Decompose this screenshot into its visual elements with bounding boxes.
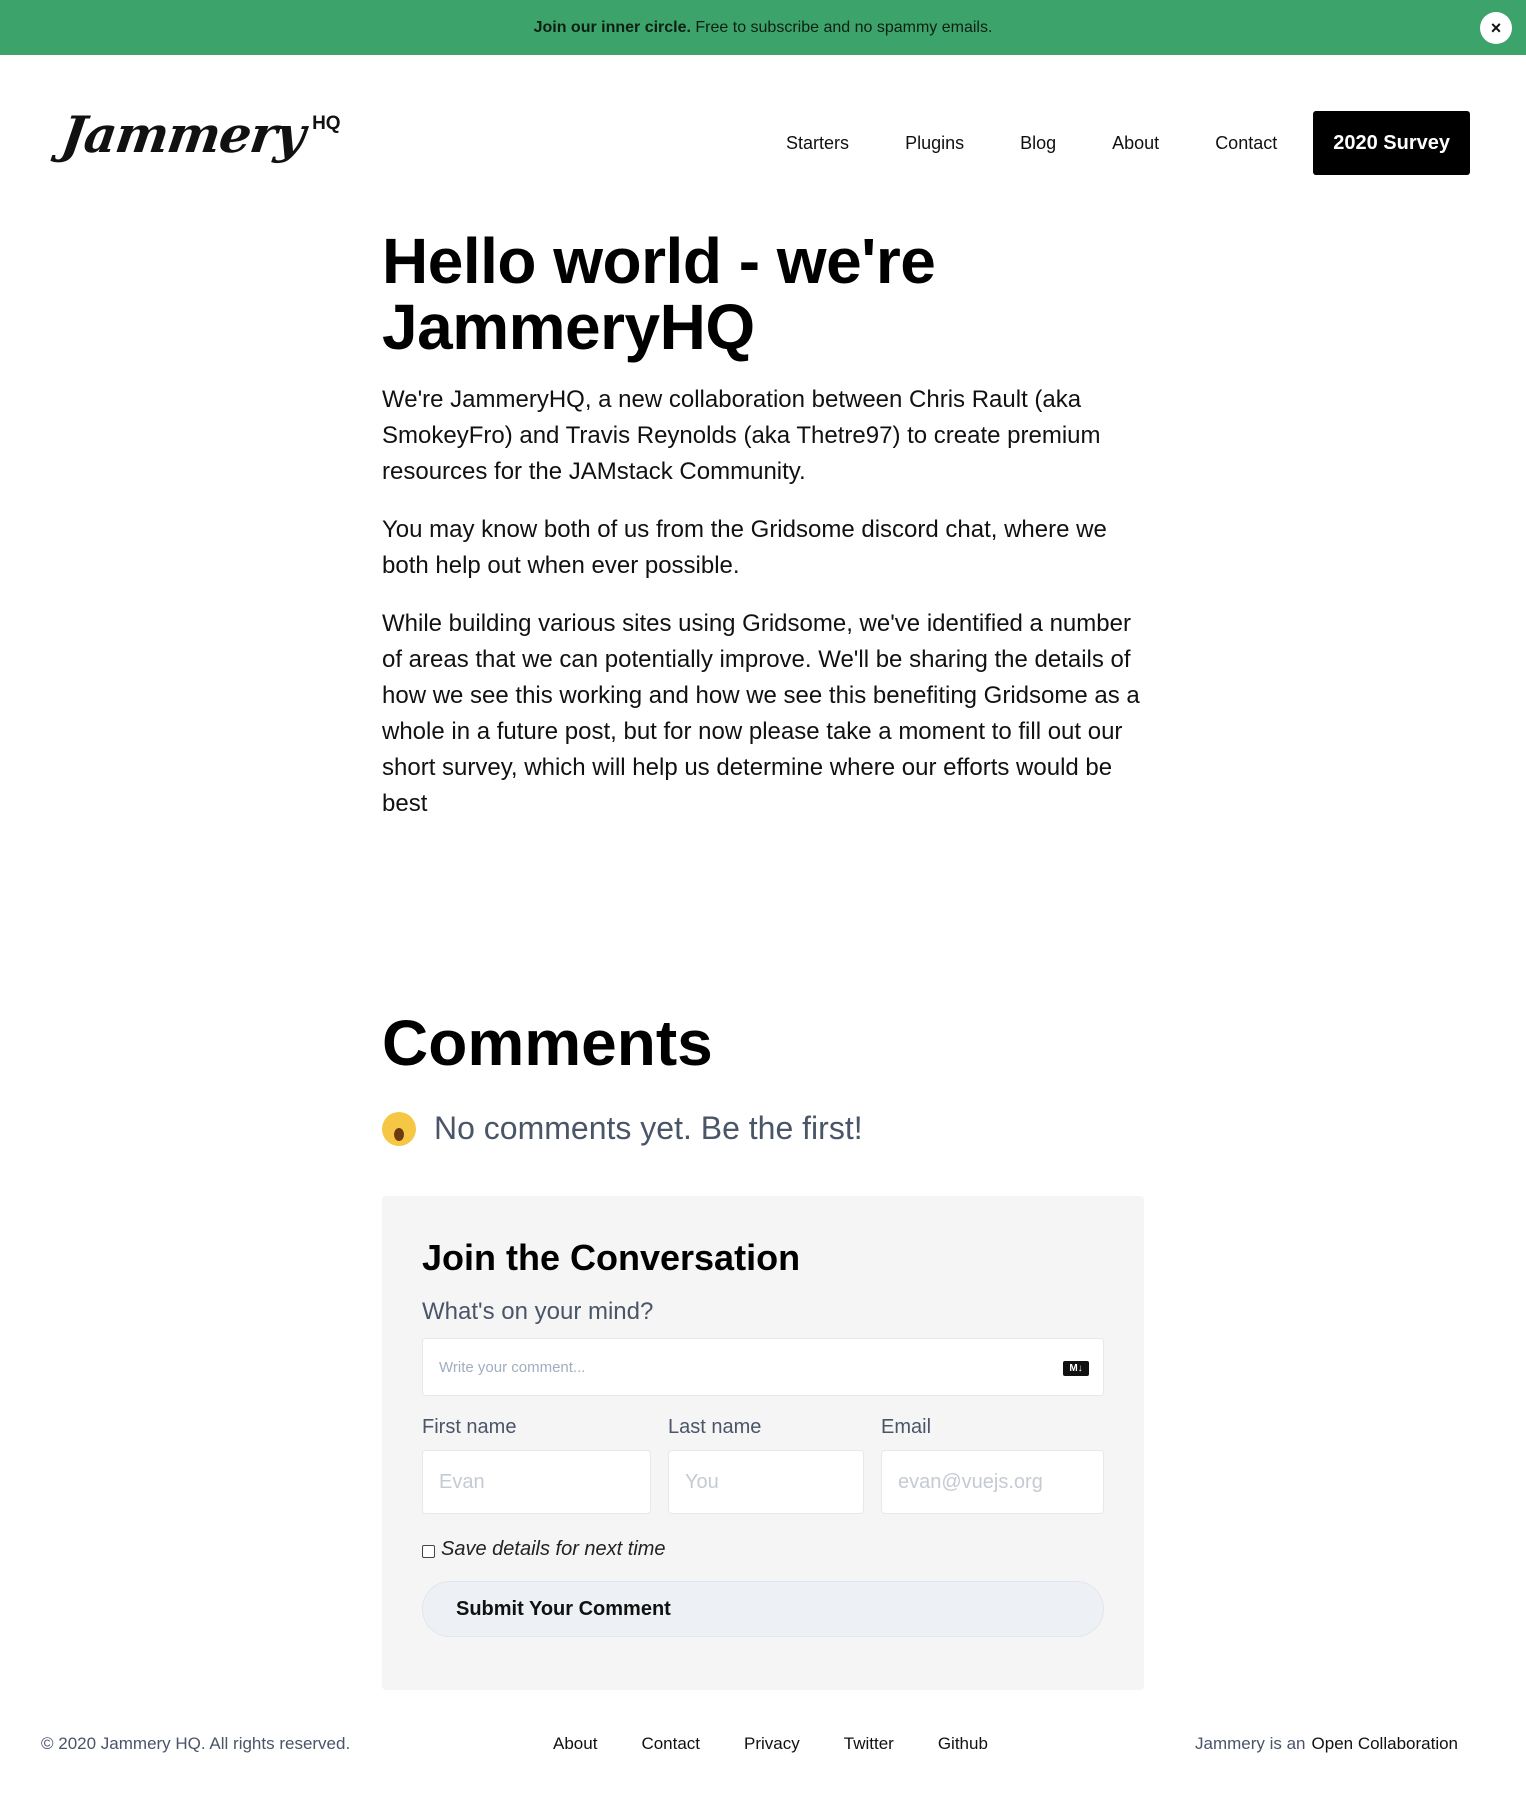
article-title: Hello world - we're JammeryHQ bbox=[382, 225, 936, 363]
scream-emoji-icon bbox=[382, 1111, 416, 1146]
footer-link-twitter[interactable]: Twitter bbox=[844, 1734, 894, 1754]
form-title: Join the Conversation bbox=[422, 1237, 801, 1278]
survey-button[interactable]: 2020 Survey bbox=[1313, 111, 1470, 175]
article-paragraph: While building various sites using Grids… bbox=[382, 610, 1140, 817]
save-details-checkbox[interactable] bbox=[422, 1545, 435, 1558]
comment-prompt: What's on your mind? bbox=[422, 1298, 654, 1325]
last-name-label: Last name bbox=[668, 1416, 762, 1438]
article-paragraph: We're JammeryHQ, a new collaboration bet… bbox=[382, 386, 1101, 485]
first-name-input[interactable] bbox=[422, 1450, 651, 1514]
first-name-label: First name bbox=[422, 1416, 517, 1438]
site-footer: © 2020 Jammery HQ. All rights reserved. … bbox=[0, 1726, 1526, 1762]
article-paragraph: You may know both of us from the Gridsom… bbox=[382, 516, 1107, 579]
last-name-input[interactable] bbox=[668, 1450, 864, 1514]
email-input[interactable] bbox=[881, 1450, 1104, 1514]
article: Hello world - we're JammeryHQ We're Jamm… bbox=[382, 228, 1144, 822]
logo-wordmark: Jammery bbox=[57, 105, 309, 164]
comment-input[interactable] bbox=[439, 1358, 1039, 1376]
site-logo[interactable]: Jammery HQ bbox=[58, 105, 341, 164]
no-comments-message: No comments yet. Be the first! bbox=[382, 1110, 1144, 1147]
nav-plugins[interactable]: Plugins bbox=[905, 133, 964, 154]
footer-links: About Contact Privacy Twitter Github bbox=[553, 1734, 1032, 1754]
email-label: Email bbox=[881, 1416, 932, 1438]
author-fields: First name Last name Email bbox=[422, 1416, 1104, 1514]
collab-prefix: Jammery is an bbox=[1194, 1734, 1306, 1753]
save-details-row: Save details for next time bbox=[422, 1538, 1104, 1561]
banner-close-button[interactable]: × bbox=[1480, 12, 1512, 44]
banner-bold-text: Join our inner circle. bbox=[533, 18, 691, 36]
site-header: Jammery HQ Starters Plugins Blog About C… bbox=[0, 55, 1526, 230]
footer-link-github[interactable]: Github bbox=[938, 1734, 988, 1754]
footer-link-privacy[interactable]: Privacy bbox=[744, 1734, 800, 1754]
comment-field: M↓ bbox=[422, 1338, 1104, 1396]
nav-contact[interactable]: Contact bbox=[1215, 133, 1277, 154]
banner-text: Join our inner circle. Free to subscribe… bbox=[534, 19, 993, 37]
logo-hq: HQ bbox=[312, 113, 341, 134]
nav-about[interactable]: About bbox=[1112, 133, 1159, 154]
copyright: © 2020 Jammery HQ. All rights reserved. bbox=[41, 1734, 351, 1753]
announcement-banner: Join our inner circle. Free to subscribe… bbox=[0, 0, 1526, 55]
open-collaboration-link[interactable]: Open Collaboration bbox=[1312, 1734, 1458, 1753]
submit-comment-button[interactable]: Submit Your Comment bbox=[422, 1581, 1104, 1637]
nav-starters[interactable]: Starters bbox=[786, 133, 849, 154]
footer-collab-note: Jammery is an Open Collaboration bbox=[1195, 1734, 1458, 1754]
main-nav: Starters Plugins Blog About Contact 2020… bbox=[786, 111, 1470, 175]
close-icon: × bbox=[1490, 17, 1502, 38]
email-group: Email bbox=[881, 1416, 1104, 1514]
comments-section: Comments No comments yet. Be the first! bbox=[382, 1006, 1144, 1147]
nav-blog[interactable]: Blog bbox=[1020, 133, 1056, 154]
comment-form: Join the Conversation What's on your min… bbox=[382, 1196, 1144, 1690]
comments-title: Comments bbox=[382, 1007, 713, 1079]
first-name-group: First name bbox=[422, 1416, 651, 1514]
banner-body-text: Free to subscribe and no spammy emails. bbox=[690, 18, 993, 36]
last-name-group: Last name bbox=[668, 1416, 864, 1514]
footer-link-about[interactable]: About bbox=[553, 1734, 597, 1754]
markdown-icon: M↓ bbox=[1063, 1361, 1089, 1376]
no-comments-text: No comments yet. Be the first! bbox=[434, 1110, 863, 1146]
save-details-label[interactable]: Save details for next time bbox=[441, 1538, 666, 1561]
footer-link-contact[interactable]: Contact bbox=[641, 1734, 700, 1754]
